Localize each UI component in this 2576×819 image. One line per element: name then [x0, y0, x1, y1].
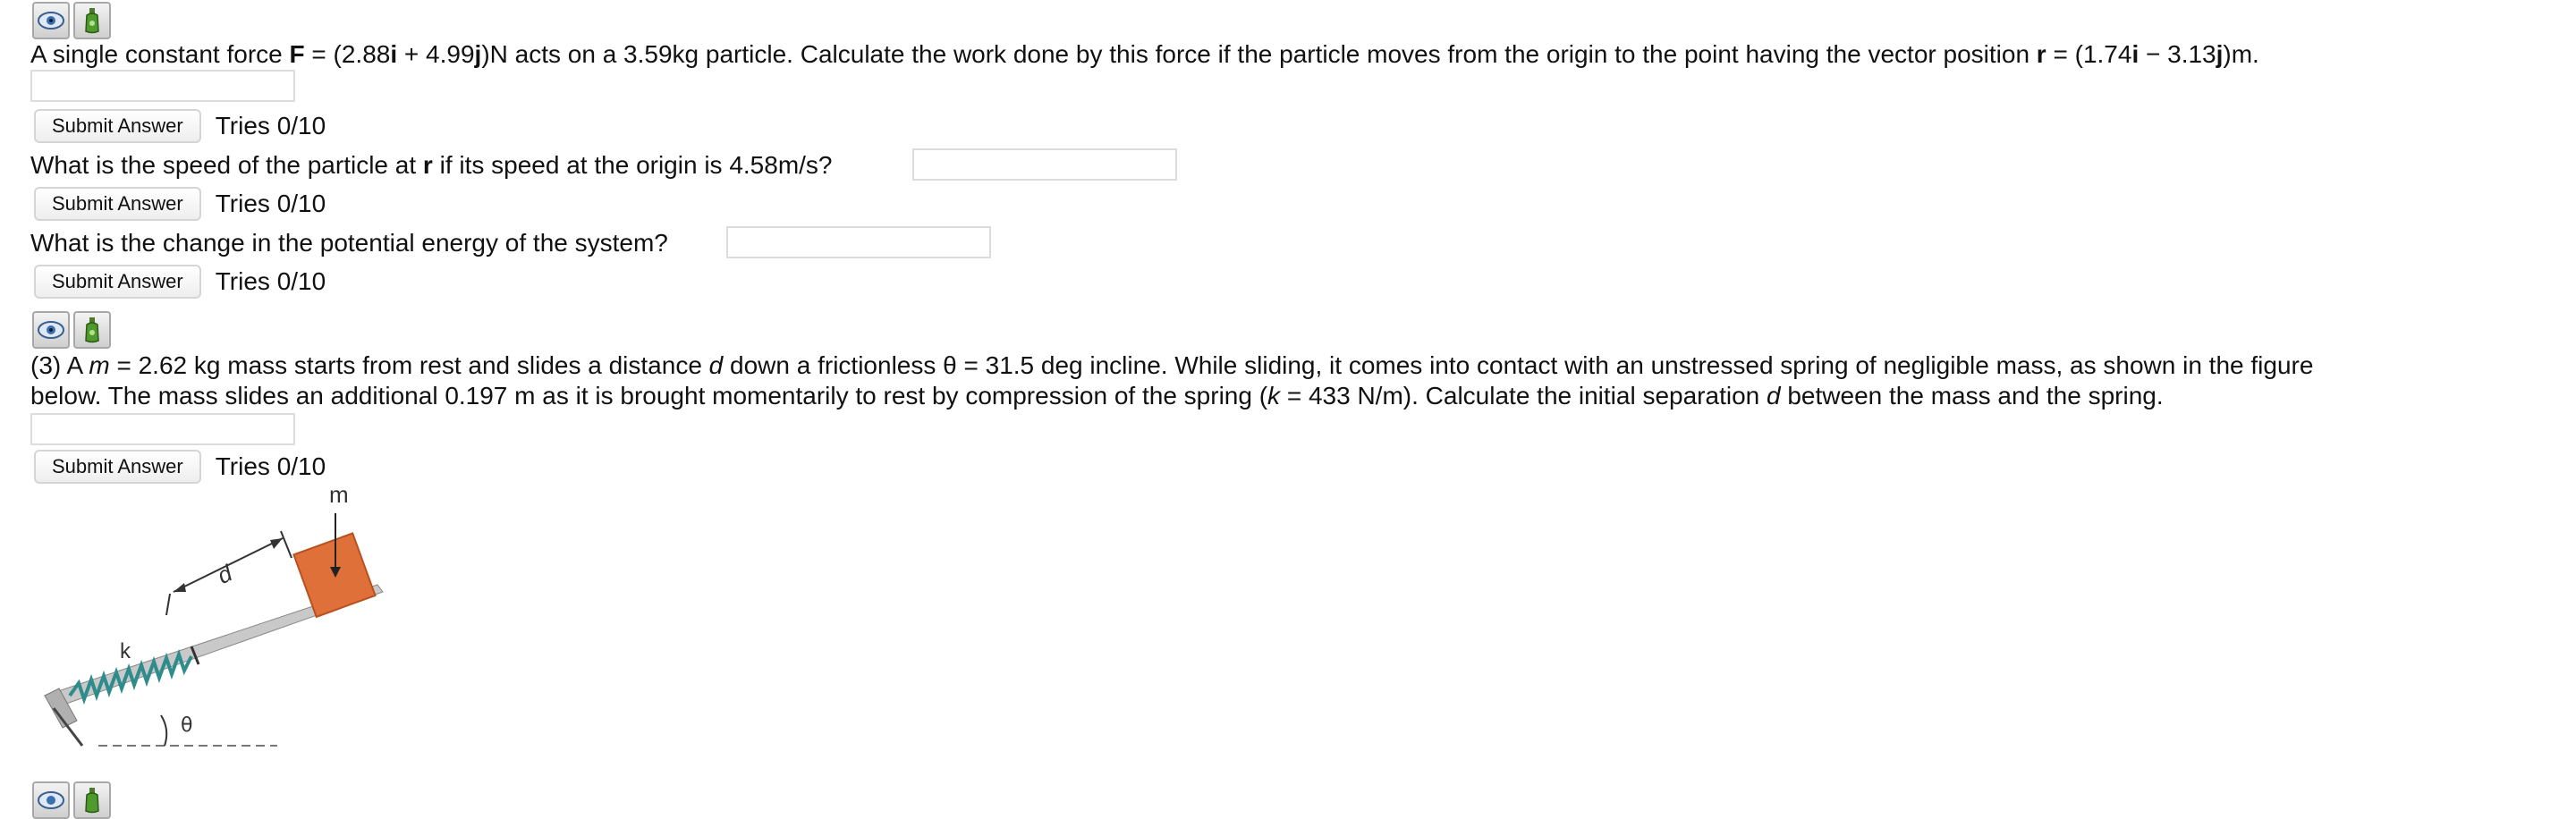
question-3-text: What is the change in the potential ener… [30, 229, 668, 257]
answer-input-4[interactable] [30, 413, 295, 445]
figure-label-m: m [329, 481, 349, 508]
figure-label-d: d [213, 559, 237, 589]
submit-row-4: Submit Answer Tries 0/10 [34, 450, 326, 484]
incline-diagram: m d k θ [44, 481, 384, 747]
question-4-text-line-2: below. The mass slides an additional 0.1… [30, 382, 2164, 410]
eye-view-icon[interactable] [32, 311, 70, 349]
eye-view-icon[interactable] [32, 781, 70, 819]
problem-tools-1 [32, 2, 111, 39]
figure-label-theta: θ [181, 714, 192, 737]
problem-tools-3 [32, 781, 111, 819]
answer-input-1[interactable] [30, 70, 295, 102]
d-extent-tick-left [165, 593, 171, 616]
submit-row-2: Submit Answer Tries 0/10 [34, 187, 326, 221]
question-4-text-line-1: (3) A m = 2.62 kg mass starts from rest … [30, 351, 2314, 379]
submit-answer-button-2[interactable]: Submit Answer [34, 187, 201, 221]
figure-label-k: k [120, 639, 131, 663]
hint-bottle-icon[interactable] [73, 2, 111, 39]
answer-input-2[interactable] [912, 148, 1177, 181]
submit-answer-button-4[interactable]: Submit Answer [34, 450, 201, 484]
submit-row-1: Submit Answer Tries 0/10 [34, 109, 326, 143]
submit-answer-button-3[interactable]: Submit Answer [34, 265, 201, 299]
d-arrowhead-right [270, 538, 283, 549]
eye-view-icon[interactable] [32, 2, 70, 39]
d-arrowhead-left [174, 583, 186, 592]
question-2-text: What is the speed of the particle at r i… [30, 151, 833, 179]
answer-input-3[interactable] [726, 226, 991, 258]
incline-spring-figure: m d k θ [27, 481, 402, 763]
tries-counter-4: Tries 0/10 [215, 452, 326, 480]
tries-counter-1: Tries 0/10 [215, 112, 326, 139]
problem-tools-2 [32, 311, 111, 349]
hint-bottle-icon[interactable] [73, 311, 111, 349]
tries-counter-3: Tries 0/10 [215, 267, 326, 295]
tries-counter-2: Tries 0/10 [215, 190, 326, 217]
theta-arc [160, 714, 168, 747]
submit-answer-button-1[interactable]: Submit Answer [34, 109, 201, 143]
homework-page: A single constant force F = (2.88i + 4.9… [0, 0, 2576, 819]
submit-row-3: Submit Answer Tries 0/10 [34, 265, 326, 299]
hint-bottle-icon[interactable] [73, 781, 111, 819]
question-1-text: A single constant force F = (2.88i + 4.9… [30, 40, 2259, 68]
d-extent-tick-right [280, 530, 292, 559]
